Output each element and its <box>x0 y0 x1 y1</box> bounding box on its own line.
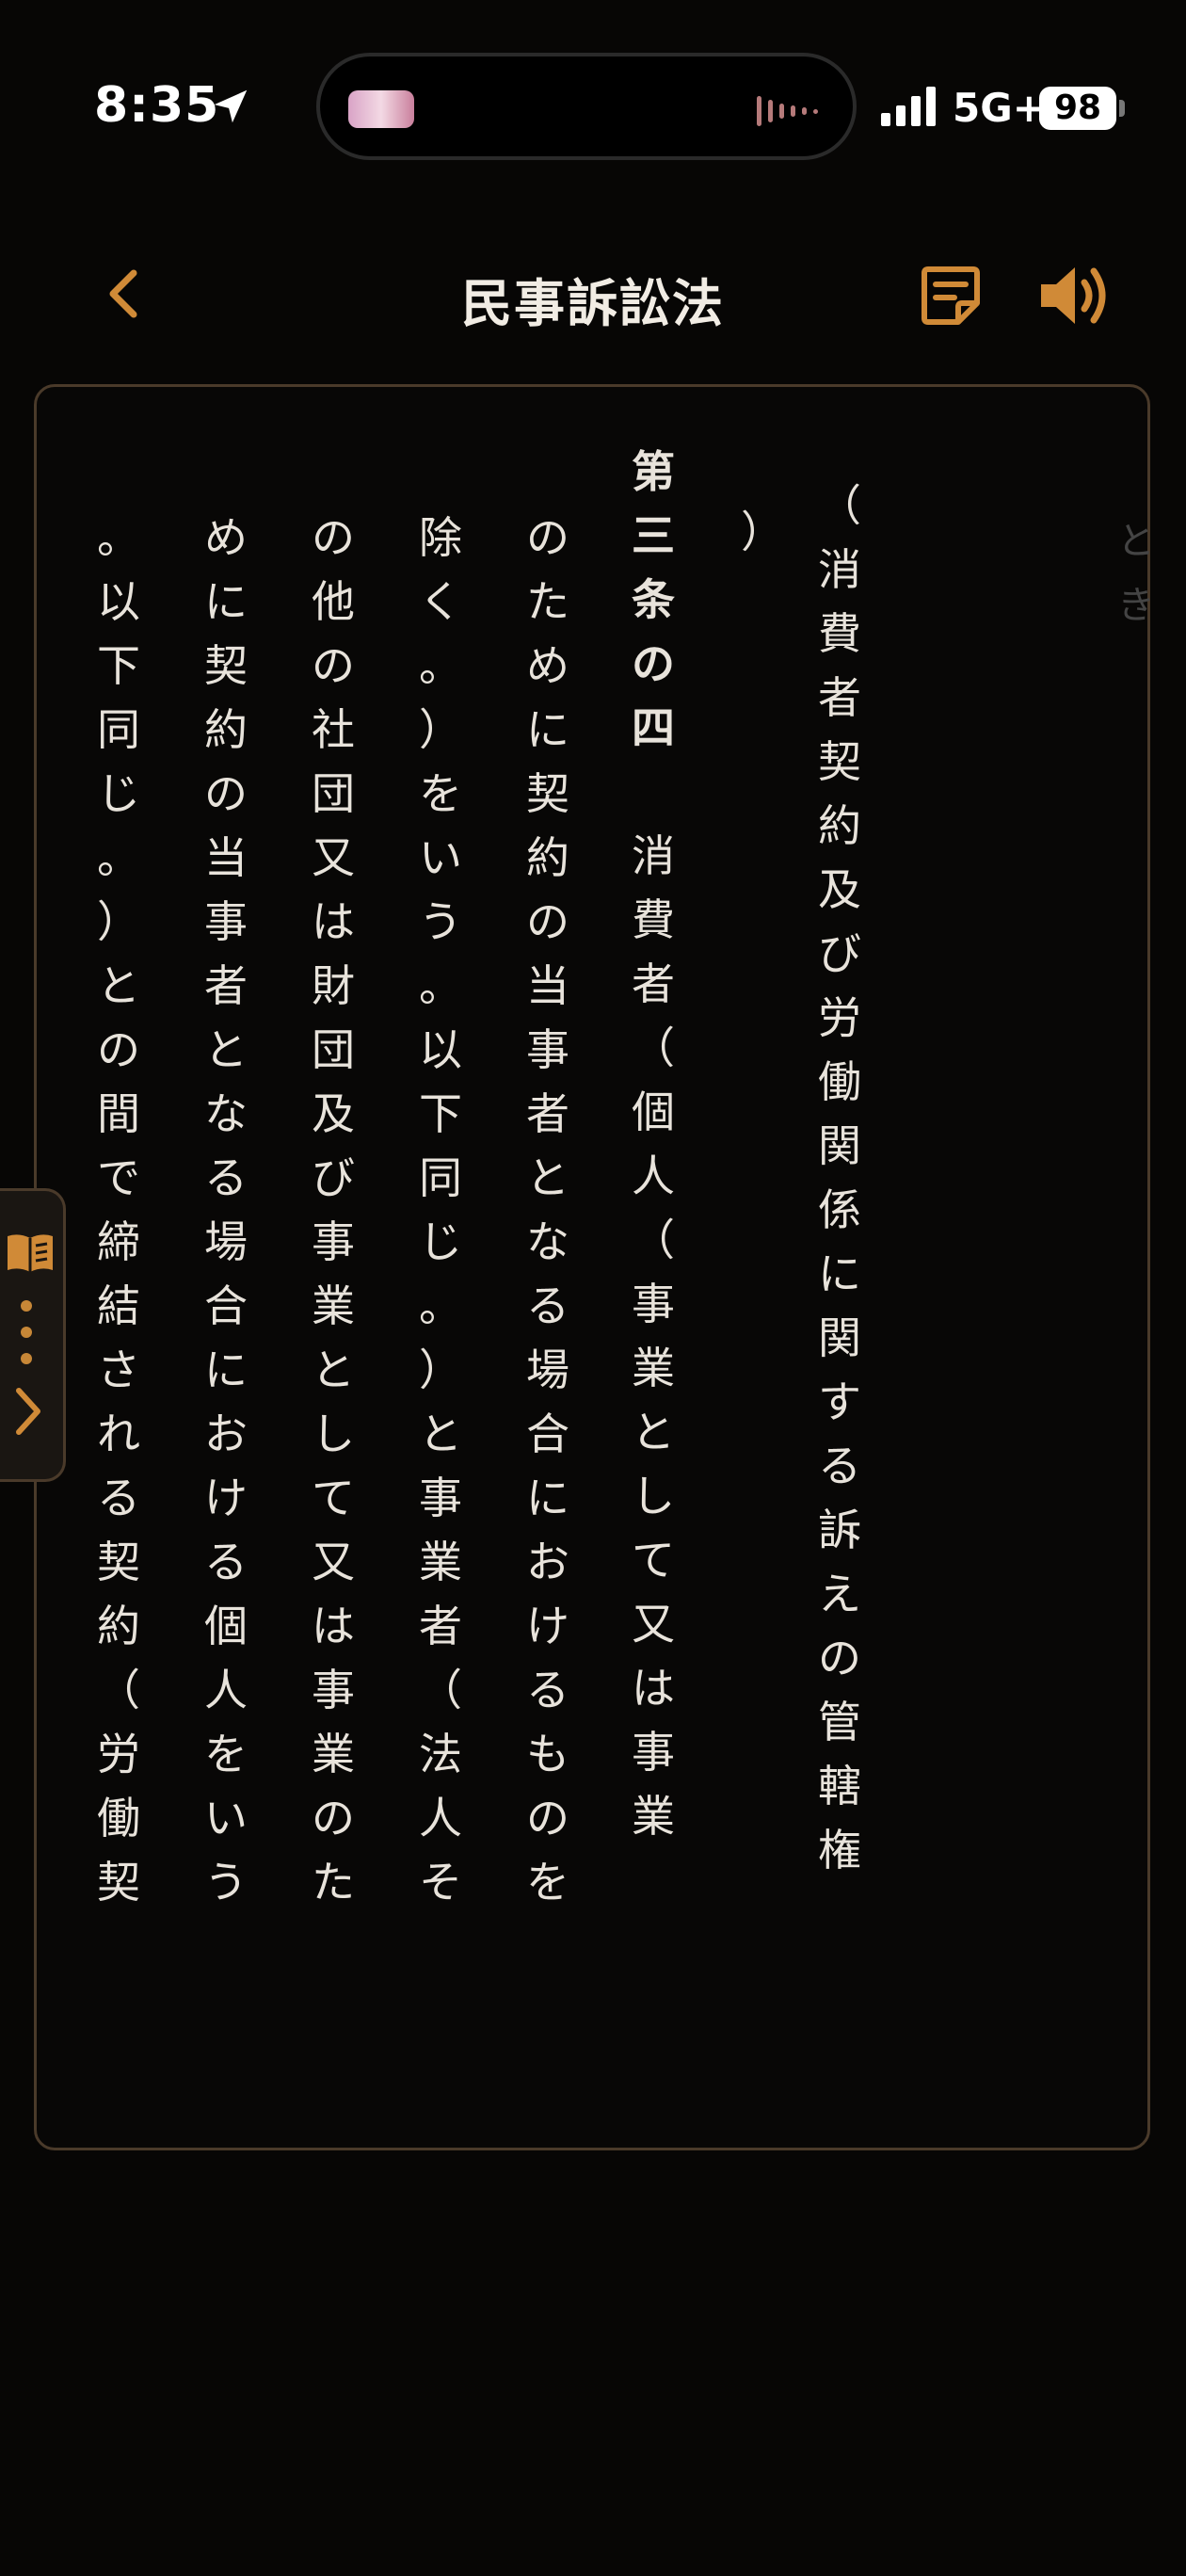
side-drawer-tab[interactable] <box>0 1188 66 1482</box>
battery-indicator: 98 <box>1039 87 1116 130</box>
text-column: めに契約の当事者となる場合における個人をいう <box>204 512 248 1908</box>
menu-dot <box>21 1353 32 1364</box>
menu-dot <box>21 1327 32 1338</box>
text-column: （消費者契約及び労働関係に関する訴えの管轄権 <box>818 480 861 1876</box>
text-column: 。以下同じ。）との間で締結される契約（労働契 <box>97 512 140 1908</box>
text-column: のために契約の当事者となる場合におけるものを <box>526 512 569 1908</box>
battery-tip <box>1119 100 1125 117</box>
book-icon <box>8 1234 53 1272</box>
text-column: ） <box>741 507 784 557</box>
network-type: 5G+ <box>953 85 1046 131</box>
speaker-icon[interactable] <box>1037 262 1113 330</box>
now-playing-thumbnail-icon <box>348 90 414 128</box>
menu-dot <box>21 1300 32 1312</box>
page-title: 民事訴訟法 <box>461 273 725 333</box>
chevron-right-icon[interactable] <box>9 1385 47 1438</box>
location-arrow-icon <box>214 89 248 123</box>
text-column: 除く。）をいう。以下同じ。）と事業者（法人そ <box>419 512 462 1908</box>
dynamic-island[interactable] <box>316 53 857 160</box>
status-bar: 8:35 5G+ 98 <box>0 0 1186 188</box>
chevron-left-icon[interactable] <box>102 266 147 322</box>
text-column: 第三条の四 消費者（個人（事業として又は事業 <box>632 446 675 1842</box>
cellular-signal-icon <box>881 87 936 126</box>
status-time: 8:35 <box>94 77 220 134</box>
audio-wave-icon <box>757 96 818 126</box>
reader-page[interactable]: とき （消費者契約及び労働関係に関する訴えの管轄権 ） 第三条の四 消費者（個人… <box>34 384 1155 2150</box>
previous-page-peek: とき <box>1117 520 1155 627</box>
text-column: の他の社団又は財団及び事業として又は事業のた <box>312 512 355 1908</box>
sticky-note-icon[interactable] <box>919 264 983 328</box>
